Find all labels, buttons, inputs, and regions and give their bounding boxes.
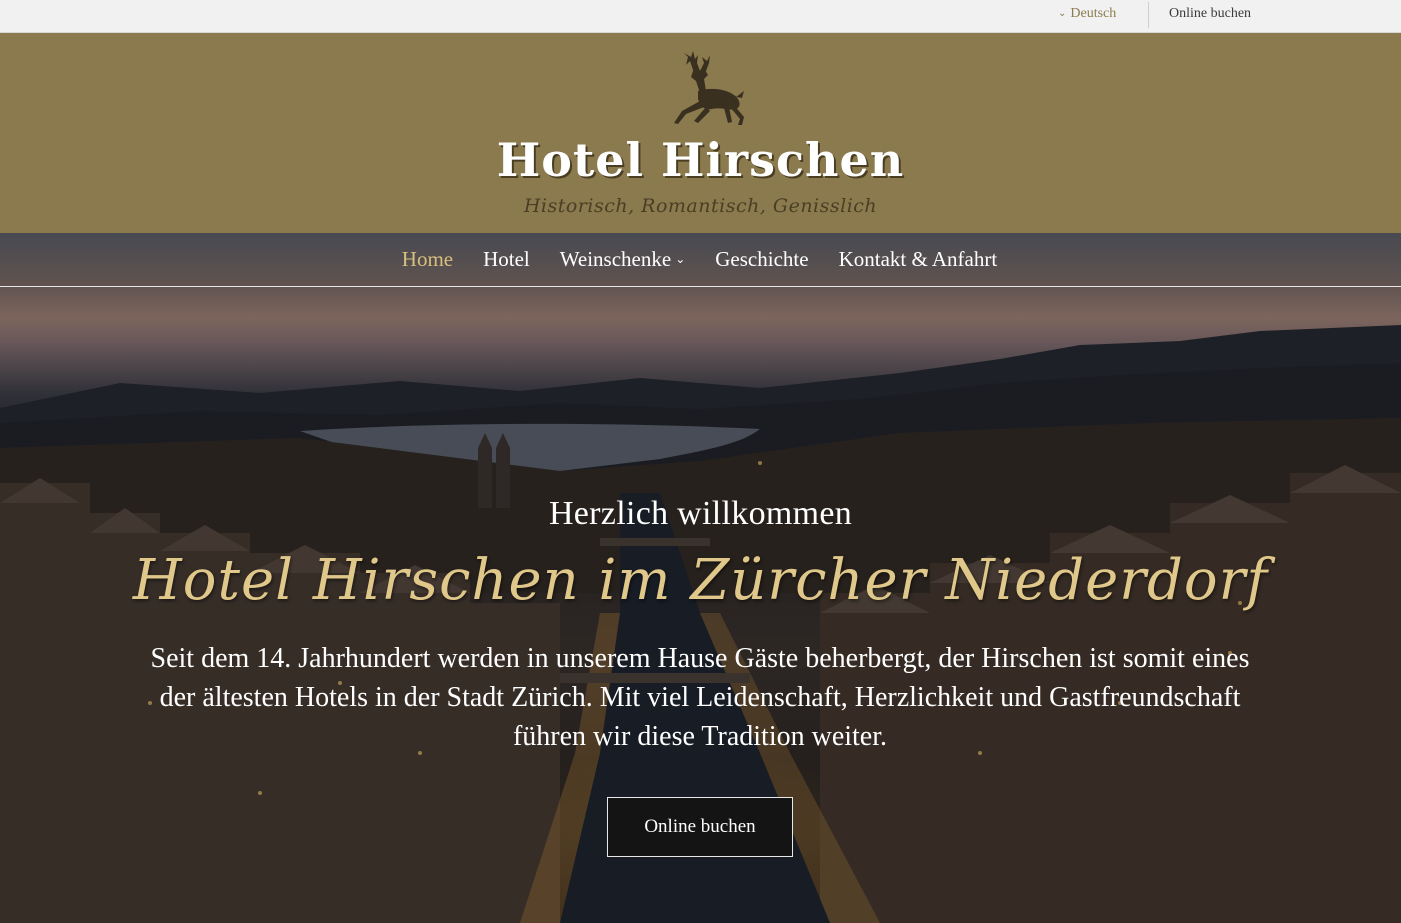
hero-intro-text: Seit dem 14. Jahrhundert werden in unser…: [150, 643, 1250, 752]
nav-item-kontakt[interactable]: Kontakt & Anfahrt: [839, 247, 998, 272]
nav-item-label: Home: [401, 247, 454, 271]
top-utility-bar: ⌄ Deutsch Online buchen: [0, 0, 1401, 33]
hero-section: Home Hotel Weinschenke ⌄ Geschichte Kont…: [0, 233, 1401, 923]
hero-welcome-heading: Herzlich willkommen: [548, 495, 853, 532]
nav-item-hotel[interactable]: Hotel: [483, 247, 530, 272]
brand-header: Hotel Hirschen Historisch, Romantisch, G…: [0, 33, 1401, 233]
nav-item-weinschenke[interactable]: Weinschenke ⌄: [560, 247, 686, 272]
logo-wordmark[interactable]: Hotel Hirschen: [0, 133, 1401, 187]
nav-item-label: Geschichte: [715, 247, 809, 271]
nav-item-home[interactable]: Home: [402, 247, 453, 272]
chevron-down-icon: ⌄: [675, 252, 686, 266]
nav-item-geschichte[interactable]: Geschichte: [715, 247, 808, 272]
main-navigation: Home Hotel Weinschenke ⌄ Geschichte Kont…: [0, 233, 1401, 287]
nav-item-label: Hotel: [483, 247, 530, 271]
logo-tagline: Historisch, Romantisch, Genisslich: [523, 195, 878, 217]
stag-logo-icon[interactable]: [660, 51, 746, 133]
nav-item-label: Kontakt & Anfahrt: [838, 247, 998, 271]
hero-title: Hotel Hirschen im Zürcher Niederdorf: [132, 548, 1269, 613]
topbar-divider: [1148, 2, 1149, 28]
language-label: Deutsch: [1070, 6, 1117, 21]
book-online-button[interactable]: Online buchen: [607, 797, 793, 857]
chevron-down-icon: ⌄: [1058, 8, 1067, 19]
top-book-online-link[interactable]: Online buchen: [1169, 6, 1251, 22]
language-selector[interactable]: ⌄ Deutsch: [1058, 6, 1116, 22]
nav-item-label: Weinschenke: [559, 247, 672, 271]
